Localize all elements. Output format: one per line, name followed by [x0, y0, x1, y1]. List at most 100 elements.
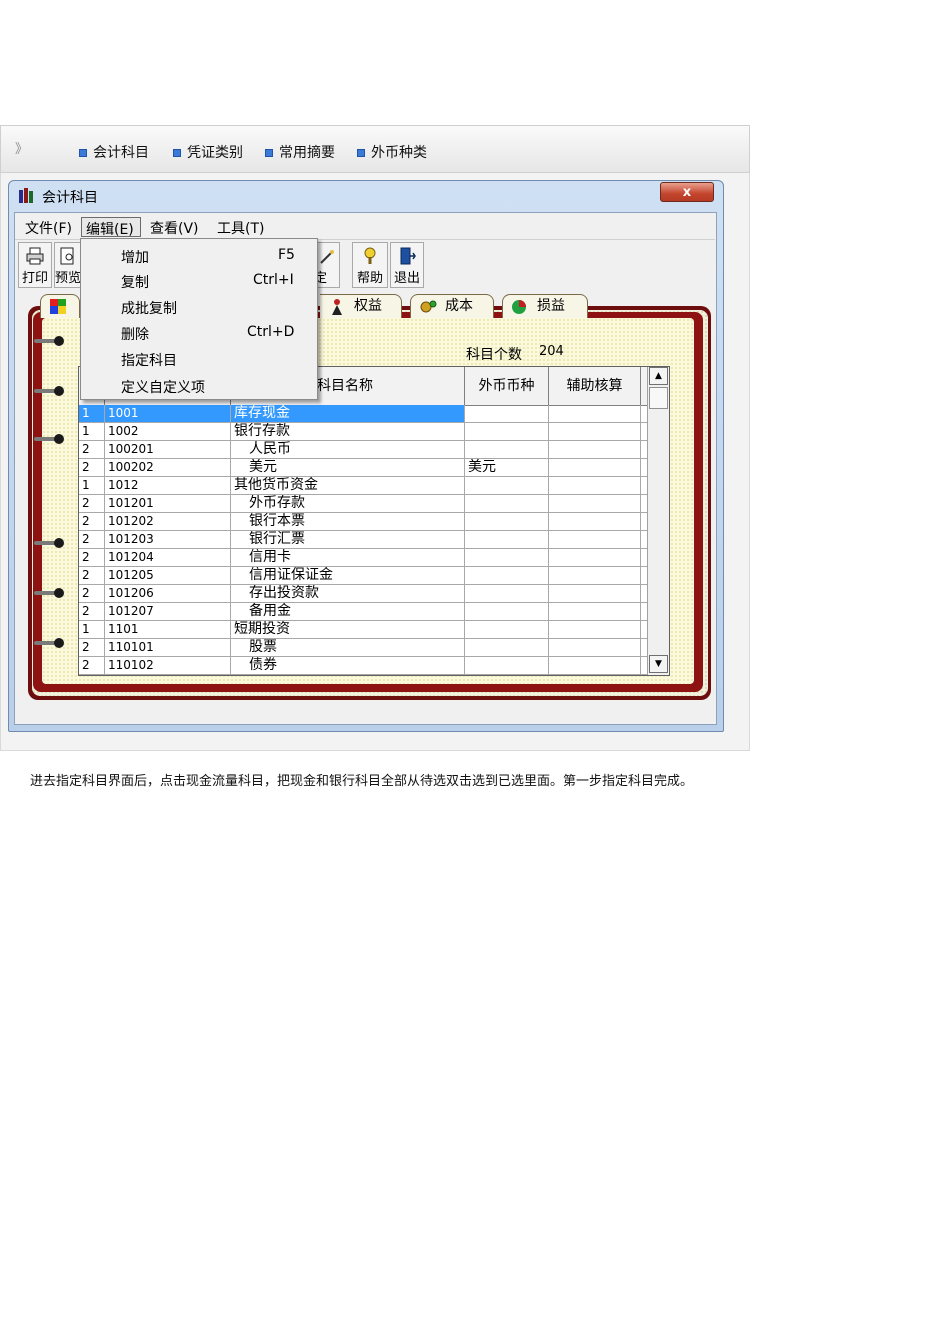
cell-code[interactable]: 101204 — [105, 549, 231, 566]
table-row[interactable]: 2 100201 人民币 — [79, 441, 647, 459]
cell-subject-name[interactable]: 库存现金 — [231, 405, 465, 422]
cell-code[interactable]: 101202 — [105, 513, 231, 530]
cell-auxiliary-accounting[interactable] — [549, 441, 641, 458]
cell-code[interactable]: 101206 — [105, 585, 231, 602]
cell-code[interactable]: 100202 — [105, 459, 231, 476]
cell-level[interactable]: 2 — [79, 567, 105, 584]
cell-auxiliary-accounting[interactable] — [549, 531, 641, 548]
cell-foreign-currency[interactable] — [465, 405, 549, 422]
cell-code[interactable]: 110102 — [105, 657, 231, 674]
cell-subject-name[interactable]: 美元 — [231, 459, 465, 476]
cell-foreign-currency[interactable] — [465, 495, 549, 512]
cell-code[interactable]: 101201 — [105, 495, 231, 512]
cell-level[interactable]: 1 — [79, 477, 105, 494]
cell-level[interactable]: 2 — [79, 585, 105, 602]
menu-item-delete[interactable]: 删除 — [121, 324, 149, 344]
cell-foreign-currency[interactable] — [465, 441, 549, 458]
cell-foreign-currency[interactable] — [465, 639, 549, 656]
cell-foreign-currency[interactable] — [465, 549, 549, 566]
vertical-scrollbar[interactable]: ▲ ▼ — [647, 367, 669, 675]
menu-file[interactable]: 文件(F) — [25, 218, 72, 238]
menu-tools[interactable]: 工具(T) — [217, 218, 264, 238]
cell-auxiliary-accounting[interactable] — [549, 513, 641, 530]
header-foreign-currency[interactable]: 外币币种 — [465, 367, 549, 405]
scroll-up-icon[interactable]: ▲ — [649, 367, 668, 385]
cell-foreign-currency[interactable] — [465, 657, 549, 674]
cell-level[interactable]: 2 — [79, 603, 105, 620]
cell-auxiliary-accounting[interactable] — [549, 405, 641, 422]
cell-foreign-currency[interactable] — [465, 477, 549, 494]
tab-profit-loss[interactable]: 损益 — [502, 294, 588, 318]
cell-subject-name[interactable]: 银行存款 — [231, 423, 465, 440]
print-button[interactable]: 打印 — [18, 242, 52, 288]
cell-subject-name[interactable]: 银行汇票 — [231, 531, 465, 548]
table-row[interactable]: 2 101205 信用证保证金 — [79, 567, 647, 585]
table-row[interactable]: 1 1101 短期投资 — [79, 621, 647, 639]
menu-view[interactable]: 查看(V) — [150, 218, 199, 238]
cell-code[interactable]: 1012 — [105, 477, 231, 494]
cell-level[interactable]: 1 — [79, 621, 105, 638]
cell-foreign-currency[interactable] — [465, 567, 549, 584]
cell-foreign-currency[interactable] — [465, 513, 549, 530]
cell-subject-name[interactable]: 存出投资款 — [231, 585, 465, 602]
menu-item-add[interactable]: 增加 — [121, 247, 149, 267]
scroll-down-icon[interactable]: ▼ — [649, 655, 668, 673]
cell-code[interactable]: 1002 — [105, 423, 231, 440]
cell-auxiliary-accounting[interactable] — [549, 477, 641, 494]
cell-auxiliary-accounting[interactable] — [549, 657, 641, 674]
table-row[interactable]: 2 101202 银行本票 — [79, 513, 647, 531]
cell-auxiliary-accounting[interactable] — [549, 459, 641, 476]
table-row[interactable]: 2 101201 外币存款 — [79, 495, 647, 513]
cell-level[interactable]: 1 — [79, 423, 105, 440]
scroll-thumb[interactable] — [649, 387, 668, 409]
menu-item-batch-copy[interactable]: 成批复制 — [121, 298, 177, 318]
nav-link-common-summaries[interactable]: 常用摘要 — [265, 142, 335, 162]
tab-equity[interactable]: 权益 — [320, 294, 402, 318]
nav-link-voucher-types[interactable]: 凭证类别 — [173, 142, 243, 162]
cell-level[interactable]: 2 — [79, 657, 105, 674]
cell-auxiliary-accounting[interactable] — [549, 567, 641, 584]
nav-link-accounting-subjects[interactable]: 会计科目 — [79, 142, 149, 162]
close-button[interactable]: x — [660, 182, 714, 202]
cell-auxiliary-accounting[interactable] — [549, 621, 641, 638]
cell-level[interactable]: 2 — [79, 513, 105, 530]
table-row[interactable]: 2 101207 备用金 — [79, 603, 647, 621]
cell-foreign-currency[interactable]: 美元 — [465, 459, 549, 476]
cell-level[interactable]: 2 — [79, 531, 105, 548]
cell-code[interactable]: 101205 — [105, 567, 231, 584]
table-row[interactable]: 1 1012 其他货币资金 — [79, 477, 647, 495]
cell-auxiliary-accounting[interactable] — [549, 639, 641, 656]
table-row[interactable]: 2 101206 存出投资款 — [79, 585, 647, 603]
cell-auxiliary-accounting[interactable] — [549, 603, 641, 620]
help-button[interactable]: 帮助 — [352, 242, 388, 288]
cell-foreign-currency[interactable] — [465, 585, 549, 602]
cell-subject-name[interactable]: 备用金 — [231, 603, 465, 620]
cell-foreign-currency[interactable] — [465, 423, 549, 440]
cell-level[interactable]: 2 — [79, 459, 105, 476]
cell-level[interactable]: 1 — [79, 405, 105, 422]
nav-link-foreign-currencies[interactable]: 外币种类 — [357, 142, 427, 162]
cell-code[interactable]: 100201 — [105, 441, 231, 458]
cell-code[interactable]: 110101 — [105, 639, 231, 656]
cell-auxiliary-accounting[interactable] — [549, 585, 641, 602]
expand-chevron-icon[interactable]: 》 — [15, 138, 28, 157]
table-row[interactable]: 1 1002 银行存款 — [79, 423, 647, 441]
cell-code[interactable]: 1001 — [105, 405, 231, 422]
tab-all[interactable] — [40, 294, 80, 318]
cell-foreign-currency[interactable] — [465, 603, 549, 620]
cell-subject-name[interactable]: 债券 — [231, 657, 465, 674]
cell-code[interactable]: 101207 — [105, 603, 231, 620]
cell-subject-name[interactable]: 信用卡 — [231, 549, 465, 566]
cell-code[interactable]: 101203 — [105, 531, 231, 548]
cell-auxiliary-accounting[interactable] — [549, 549, 641, 566]
cell-level[interactable]: 2 — [79, 549, 105, 566]
cell-code[interactable]: 1101 — [105, 621, 231, 638]
menu-edit[interactable]: 编辑(E) — [81, 217, 141, 238]
cell-level[interactable]: 2 — [79, 441, 105, 458]
cell-level[interactable]: 2 — [79, 639, 105, 656]
table-row[interactable]: 2 101203 银行汇票 — [79, 531, 647, 549]
menu-item-define-custom-item[interactable]: 定义自定义项 — [121, 377, 205, 397]
cell-subject-name[interactable]: 信用证保证金 — [231, 567, 465, 584]
table-row[interactable]: 2 100202 美元 美元 — [79, 459, 647, 477]
menu-item-specify-subject[interactable]: 指定科目 — [121, 350, 177, 370]
